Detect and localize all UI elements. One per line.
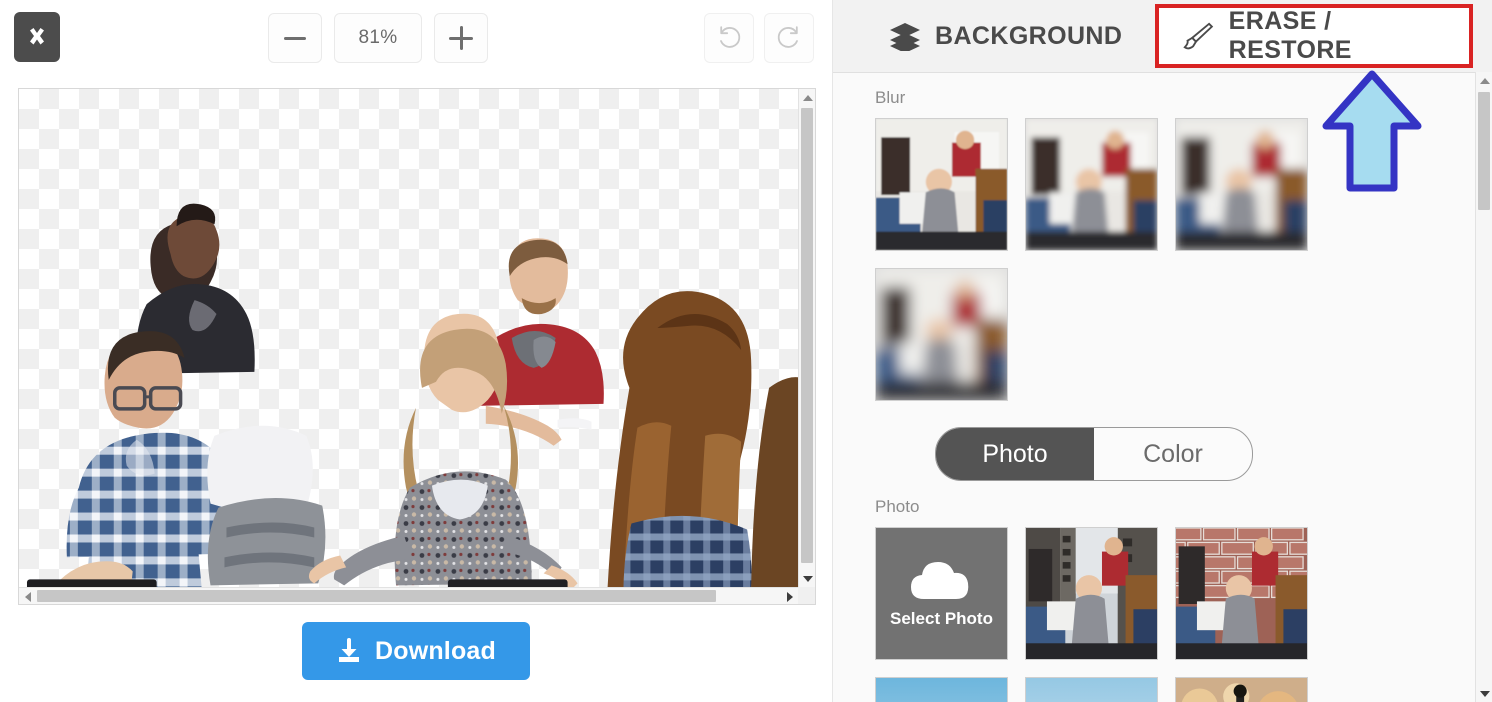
panel-scroll-down-button[interactable] <box>1476 685 1492 702</box>
scrollbar-corner <box>798 587 815 604</box>
scroll-up-button[interactable] <box>799 89 816 106</box>
blur-preview-0 <box>876 119 1007 250</box>
close-icon <box>30 28 44 45</box>
canvas-transparency-backdrop[interactable] <box>19 89 798 587</box>
caret-left-icon <box>24 591 31 602</box>
download-area: Download <box>0 622 832 680</box>
scroll-down-button[interactable] <box>799 570 816 587</box>
blur-thumbnail[interactable] <box>875 268 1008 401</box>
select-photo-button[interactable]: Select Photo <box>875 527 1008 660</box>
panel-scroll-content: Blur Photo Color Photo Select Photo <box>833 72 1475 702</box>
blur-preview-2 <box>1176 119 1307 250</box>
panel-scroll-thumb[interactable] <box>1478 92 1490 210</box>
editor-pane: 81% Download <box>0 0 832 702</box>
blur-thumbnail[interactable] <box>1175 118 1308 251</box>
brush-icon <box>1183 22 1214 50</box>
scroll-right-button[interactable] <box>781 588 798 605</box>
scroll-left-button[interactable] <box>19 588 36 605</box>
zoom-in-button[interactable] <box>434 13 488 63</box>
photo-preview-sky <box>876 678 1007 702</box>
vertical-scroll-thumb[interactable] <box>801 108 813 563</box>
blur-thumbnail[interactable] <box>1025 118 1158 251</box>
person-right-edge <box>751 377 798 587</box>
zoom-out-button[interactable] <box>268 13 322 63</box>
blur-preview-1 <box>1026 119 1157 250</box>
photo-thumbnail[interactable] <box>875 677 1008 702</box>
blur-section-label: Blur <box>875 88 906 107</box>
photo-thumbnail[interactable] <box>1175 677 1308 702</box>
editor-toolbar: 81% <box>0 0 832 74</box>
blur-preview-3 <box>876 269 1007 400</box>
caret-down-icon <box>802 575 813 582</box>
redo-button[interactable] <box>764 13 814 63</box>
history-controls <box>704 13 814 63</box>
tab-erase-restore-label: ERASE / RESTORE <box>1228 7 1352 64</box>
select-photo-label: Select Photo <box>890 608 993 628</box>
person-right-back <box>607 291 752 587</box>
panel-scroll-up-button[interactable] <box>1476 72 1492 89</box>
caret-right-icon <box>786 591 793 602</box>
download-icon <box>338 638 359 662</box>
redo-icon <box>777 26 798 48</box>
caret-up-icon <box>1479 77 1490 84</box>
toggle-option-color[interactable]: Color <box>1094 428 1252 480</box>
plus-icon <box>449 26 473 50</box>
photo-preview-city <box>1026 528 1157 659</box>
panel-vertical-scrollbar[interactable] <box>1475 72 1492 702</box>
horizontal-scroll-thumb[interactable] <box>37 590 716 602</box>
photo-preview-bokeh <box>1176 678 1307 702</box>
download-button[interactable]: Download <box>301 622 531 680</box>
photo-thumbnail[interactable] <box>1175 527 1308 660</box>
photo-thumbnail-grid: Select Photo <box>875 527 1340 702</box>
panel-tab-bar: BACKGROUND ERASE / RESTORE <box>833 0 1492 73</box>
background-remover-app: 81% Download BACKGROUND ERASE / RESTORE … <box>0 0 1492 702</box>
toggle-option-photo[interactable]: Photo <box>936 428 1094 480</box>
blur-thumbnail-grid <box>875 118 1340 401</box>
caret-down-icon <box>1479 690 1490 697</box>
cutout-image <box>26 203 798 587</box>
minus-icon <box>284 36 306 40</box>
photo-section-label: Photo <box>875 497 920 516</box>
source-toggle-area: Photo Color <box>833 427 1475 481</box>
undo-button[interactable] <box>704 13 754 63</box>
undo-icon <box>720 26 741 48</box>
layers-icon <box>890 23 920 51</box>
blur-thumbnail[interactable] <box>875 118 1008 251</box>
zoom-level-display[interactable]: 81% <box>334 13 422 63</box>
zoom-controls: 81% <box>268 13 488 63</box>
photo-thumbnail[interactable] <box>1025 527 1158 660</box>
background-panel: BACKGROUND ERASE / RESTORE Blur Photo Co… <box>832 0 1492 702</box>
photo-thumbnail[interactable] <box>1025 677 1158 702</box>
tab-erase-restore[interactable]: ERASE / RESTORE <box>1155 4 1473 68</box>
photo-preview-sky-soft <box>1026 678 1157 702</box>
download-label: Download <box>374 636 497 665</box>
tab-background-label: BACKGROUND <box>935 21 1123 50</box>
canvas-container <box>18 88 816 605</box>
caret-up-icon <box>802 94 813 101</box>
canvas-horizontal-scrollbar[interactable] <box>19 587 798 604</box>
source-toggle: Photo Color <box>935 427 1253 481</box>
cloud-upload-icon <box>910 561 968 599</box>
canvas-vertical-scrollbar[interactable] <box>798 89 815 587</box>
tab-background[interactable]: BACKGROUND <box>867 0 1144 72</box>
close-button[interactable] <box>14 12 60 62</box>
sofa-cushion <box>207 425 326 586</box>
photo-preview-brick <box>1176 528 1307 659</box>
